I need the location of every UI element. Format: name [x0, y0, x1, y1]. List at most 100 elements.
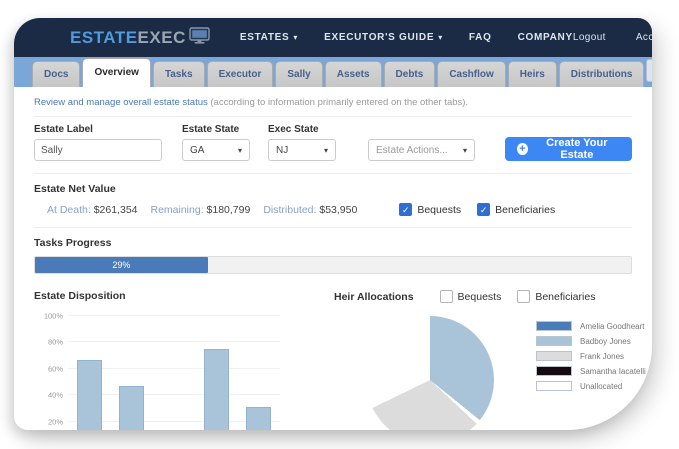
tab-sally[interactable]: Sally — [275, 61, 322, 87]
caret-down-icon: ▾ — [463, 146, 467, 155]
estate-disposition-title: Estate Disposition — [34, 290, 310, 302]
checkbox-label: Bequests — [458, 291, 502, 303]
estateexec-logo[interactable]: ESTATEEXEC — [70, 27, 210, 49]
charts-row: Estate Disposition 0%20%40%60%80%100% Pl… — [34, 278, 632, 430]
create-estate-label: Create Your Estate — [534, 137, 620, 161]
checkbox-unchecked-icon — [517, 290, 530, 303]
heir-filter-beneficiaries[interactable]: Beneficiaries — [517, 290, 595, 303]
nav-item-faq[interactable]: FAQ — [469, 32, 492, 43]
tasks-progress-section: Tasks Progress 29% — [34, 228, 632, 274]
checkbox-checked-icon: ✓ — [477, 203, 490, 216]
bar-chart-plot: 0%20%40%60%80%100% — [68, 316, 280, 430]
tab-docs[interactable]: Docs — [32, 61, 80, 87]
legend-item: Amelia Goodheart — [536, 321, 646, 331]
estate-label-label: Estate Label — [34, 124, 162, 135]
legend-item: Badboy Jones — [536, 336, 646, 346]
bar-sold — [119, 386, 144, 430]
monitor-icon — [186, 27, 210, 49]
heir-allocations-header: Heir Allocations BequestsBeneficiaries — [334, 290, 646, 303]
legend-item: Samantha Iacatelli — [536, 366, 646, 376]
exec-state-select[interactable]: NJ ▾ — [268, 139, 336, 161]
y-axis-tick-label: 80% — [48, 338, 63, 347]
estate-actions-select[interactable]: Estate Actions... ▾ — [368, 139, 475, 161]
net-value-section: Estate Net Value At Death: $261,354 Remai… — [34, 174, 632, 228]
bar-planned — [77, 360, 102, 430]
nav-item-executor-s-guide[interactable]: EXECUTOR'S GUIDE▾ — [324, 32, 443, 43]
pie-chart — [366, 316, 494, 430]
checkbox-unchecked-icon — [440, 290, 453, 303]
app-window: ESTATEEXEC ESTATES▾ EXECUTOR'S GUIDE▾ FAQ C… — [14, 18, 652, 430]
nav-item-label: COMPANY — [518, 32, 573, 43]
nav-item-logout[interactable]: Logout — [573, 32, 606, 43]
stat-label: Remaining: — [151, 204, 207, 216]
intro-text: Review and manage overall estate status … — [34, 87, 632, 117]
y-axis-tick-label: 20% — [48, 417, 63, 426]
save-all-button[interactable]: Save All — [646, 59, 652, 82]
nav-item-company[interactable]: COMPANY — [518, 32, 573, 43]
tab-assets[interactable]: Assets — [325, 61, 382, 87]
tab-strip: DocsOverviewTasksExecutorSallyAssetsDebt… — [14, 57, 652, 87]
net-value-stat: Remaining: $180,799 — [151, 204, 251, 216]
y-axis-tick-label: 60% — [48, 364, 63, 373]
net-value-stat: At Death: $261,354 — [47, 204, 138, 216]
logo-text-exec: EXEC — [138, 28, 186, 48]
pie-legend: Amelia Goodheart Badboy Jones Frank Jones S… — [536, 316, 646, 430]
legend-item: Frank Jones — [536, 351, 646, 361]
tab-debts[interactable]: Debts — [384, 61, 436, 87]
estate-state-field: Estate State GA ▾ — [182, 124, 250, 161]
stat-label: Distributed: — [263, 204, 319, 216]
estate-state-value: GA — [190, 145, 204, 156]
legend-swatch — [536, 336, 572, 346]
legend-swatch — [536, 381, 572, 391]
tab-heirs[interactable]: Heirs — [508, 61, 557, 87]
heir-filter-bequests[interactable]: Bequests — [440, 290, 502, 303]
tab-tasks[interactable]: Tasks — [153, 61, 205, 87]
estate-disposition-panel: Estate Disposition 0%20%40%60%80%100% Pl… — [34, 290, 310, 430]
tab-cashflow[interactable]: Cashflow — [437, 61, 505, 87]
legend-item: Unallocated — [536, 381, 646, 391]
tab-overview[interactable]: Overview — [82, 58, 150, 87]
caret-down-icon: ▾ — [438, 33, 443, 42]
tasks-progress-bar: 29% — [34, 256, 632, 274]
estate-form-row: Estate Label Estate State GA ▾ Exec Stat… — [34, 117, 632, 174]
net-value-stat: Distributed: $53,950 — [263, 204, 357, 216]
intro-highlight: Review and manage overall estate status — [34, 97, 208, 108]
legend-swatch — [536, 321, 572, 331]
tab-executor[interactable]: Executor — [207, 61, 274, 87]
net-value-checkboxes: ✓Bequests✓Beneficiaries — [399, 203, 555, 216]
stat-value: $180,799 — [207, 204, 251, 216]
bar-allocated — [204, 349, 229, 430]
checkbox-label: Bequests — [417, 204, 461, 216]
create-estate-button[interactable]: + Create Your Estate — [505, 137, 632, 161]
legend-label: Amelia Goodheart — [580, 322, 644, 331]
nav-right: Logout Account — [573, 32, 652, 43]
heir-allocations-panel: Heir Allocations BequestsBeneficiaries A… — [334, 290, 646, 430]
net-filter-bequests[interactable]: ✓Bequests — [399, 203, 461, 216]
heir-filter-checkboxes: Bequests Beneficiaries — [440, 290, 596, 303]
net-filter-beneficiaries[interactable]: ✓Beneficiaries — [477, 203, 555, 216]
net-value-heading: Estate Net Value — [34, 174, 632, 195]
estate-state-select[interactable]: GA ▾ — [182, 139, 250, 161]
nav-item-account[interactable]: Account — [636, 32, 652, 43]
top-navbar: ESTATEEXEC ESTATES▾ EXECUTOR'S GUIDE▾ FAQ C… — [14, 18, 652, 57]
legend-label: Frank Jones — [580, 352, 624, 361]
net-value-stats: At Death: $261,354 Remaining: $180,799 Dis… — [34, 204, 357, 216]
exec-state-value: NJ — [276, 145, 288, 156]
tab-distributions[interactable]: Distributions — [559, 61, 645, 87]
stat-value: $261,354 — [94, 204, 138, 216]
caret-down-icon: ▾ — [324, 146, 328, 155]
bar-distributed — [246, 407, 271, 430]
nav-item-estates[interactable]: ESTATES▾ — [240, 32, 298, 43]
legend-label: Unallocated — [580, 382, 622, 391]
estate-label-input[interactable] — [34, 139, 162, 161]
caret-down-icon: ▾ — [293, 33, 298, 42]
stat-value: $53,950 — [319, 204, 357, 216]
bar-column — [153, 316, 195, 430]
plus-circle-icon: + — [517, 143, 528, 155]
legend-swatch — [536, 351, 572, 361]
intro-rest: (according to information primarily ente… — [208, 97, 468, 108]
caret-down-icon: ▾ — [238, 146, 242, 155]
estate-actions-placeholder: Estate Actions... — [376, 145, 448, 156]
y-axis-tick-label: 40% — [48, 391, 63, 400]
legend-label: Badboy Jones — [580, 337, 631, 346]
